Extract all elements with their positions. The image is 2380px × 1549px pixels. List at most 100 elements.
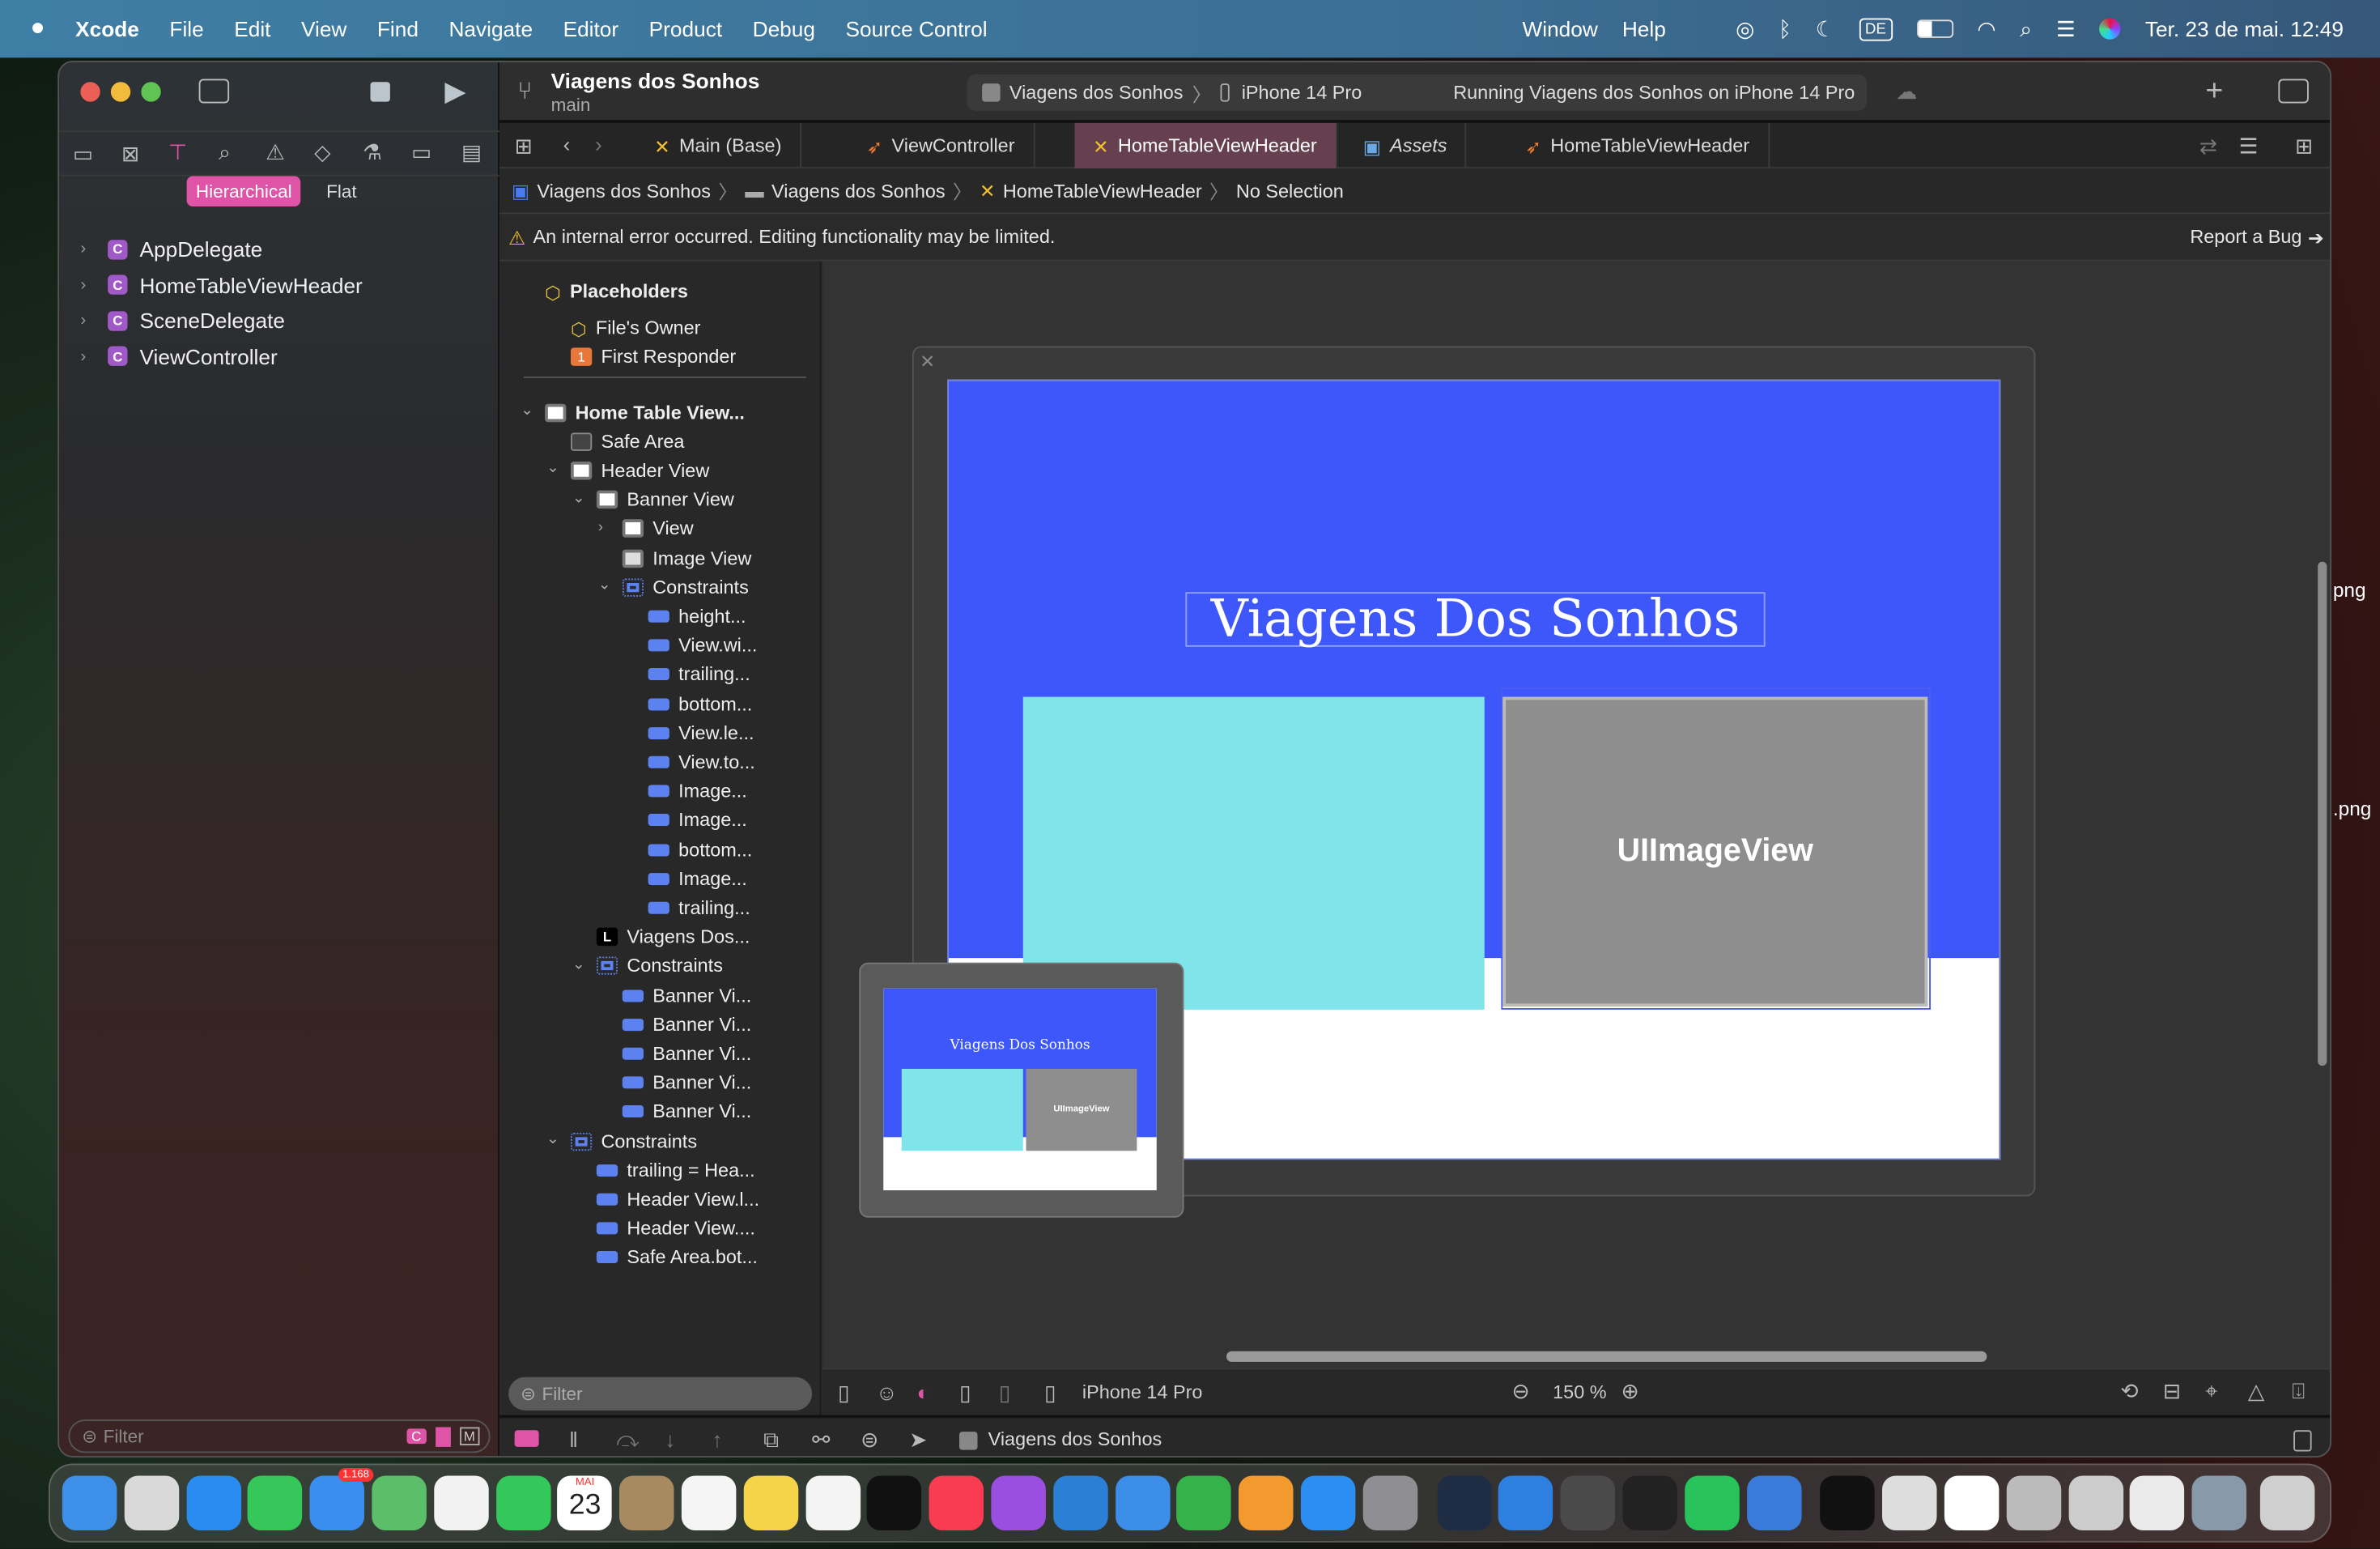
- chevron-down-icon[interactable]: ⌄: [572, 490, 585, 507]
- breadcrumb-item[interactable]: HomeTableViewHeader: [1003, 180, 1202, 201]
- outline-item[interactable]: Banner Vi...: [622, 1010, 751, 1039]
- chevron-down-icon[interactable]: ⌄: [546, 461, 559, 478]
- minimize-window-button[interactable]: [110, 82, 131, 102]
- debug-navigator-icon[interactable]: ⚗: [363, 141, 382, 162]
- forward-icon[interactable]: ›: [595, 134, 602, 155]
- simulator-icon[interactable]: [1746, 1475, 1801, 1530]
- zoom-window-button[interactable]: [141, 82, 161, 102]
- vscode-icon[interactable]: [1052, 1475, 1108, 1530]
- outline-item[interactable]: bottom...: [648, 689, 752, 718]
- menu-debug[interactable]: Debug: [753, 17, 815, 41]
- interface-builder-canvas[interactable]: ✕ Viagens Dos Sonhos UIImageView Viagens…: [822, 261, 2331, 1368]
- launchpad-icon[interactable]: [124, 1475, 179, 1530]
- window-thumb-icon[interactable]: [2006, 1475, 2061, 1530]
- breadcrumb-item[interactable]: No Selection: [1236, 180, 1344, 201]
- wifi-icon[interactable]: ◠: [1977, 16, 1995, 42]
- chevron-down-icon[interactable]: ⌄: [521, 402, 533, 419]
- spotlight-icon[interactable]: ⌕: [2020, 16, 2032, 42]
- appstore-icon[interactable]: [1300, 1475, 1356, 1530]
- modified-filter-icon[interactable]: M: [459, 1427, 480, 1445]
- minimap[interactable]: Viagens Dos Sonhos UIImageView: [859, 962, 1184, 1218]
- breadcrumb-item[interactable]: Viagens dos Sonhos: [771, 180, 946, 201]
- outline-first-responder[interactable]: 1 First Responder: [571, 342, 736, 371]
- outline-item[interactable]: trailing...: [648, 660, 750, 689]
- focus-moon-icon[interactable]: ☾: [1816, 16, 1835, 42]
- test-navigator-icon[interactable]: ◇: [314, 141, 330, 162]
- step-into-icon[interactable]: ↓: [665, 1428, 675, 1449]
- outline-item[interactable]: Image View: [622, 543, 751, 572]
- scheme-selector[interactable]: Viagens dos Sonhos 〉 iPhone 14 Pro Runni…: [967, 74, 1868, 111]
- report-bug-link[interactable]: Report a Bug: [2190, 226, 2301, 247]
- outline-item[interactable]: Safe Area: [571, 427, 684, 456]
- terminal-icon[interactable]: [1622, 1475, 1677, 1530]
- outline-item[interactable]: View.to...: [648, 747, 755, 777]
- calendar-icon[interactable]: MAI 23: [557, 1475, 613, 1530]
- outline-item[interactable]: Banner Vi...: [622, 981, 751, 1010]
- stop-icon[interactable]: [370, 82, 390, 102]
- menu-navigate[interactable]: Navigate: [448, 17, 533, 41]
- disclosure-chevron-icon[interactable]: ›: [80, 240, 96, 258]
- hierarchical-mode-button[interactable]: Hierarchical: [186, 176, 301, 206]
- close-scene-icon[interactable]: ✕: [920, 351, 935, 372]
- outline-item[interactable]: Header View.l...: [596, 1185, 759, 1214]
- outline-item[interactable]: trailing = Hea...: [596, 1155, 755, 1185]
- memory-graph-icon[interactable]: ⚯: [812, 1428, 830, 1449]
- apple-icon[interactable]: ●: [31, 15, 45, 43]
- messages-icon[interactable]: [248, 1475, 303, 1530]
- accessibility-icon[interactable]: ☺: [876, 1381, 898, 1402]
- environment-overrides-icon[interactable]: ⊜: [861, 1428, 878, 1449]
- navigator-filter-input[interactable]: ⊜ Filter C M: [68, 1419, 491, 1453]
- safari-icon[interactable]: [185, 1475, 241, 1530]
- toggle-navigator-icon[interactable]: [198, 79, 230, 104]
- bluetooth-icon[interactable]: ᛒ: [1779, 17, 1791, 41]
- freeform-icon[interactable]: [805, 1475, 861, 1530]
- chevron-down-icon[interactable]: ⌄: [546, 1131, 559, 1148]
- toggle-console-icon[interactable]: [514, 1430, 539, 1447]
- document-outline-toggle-icon[interactable]: ▯: [838, 1381, 849, 1402]
- window-thumb-icon[interactable]: [1882, 1475, 1937, 1530]
- menu-view[interactable]: View: [301, 17, 346, 41]
- vertical-scrollbar[interactable]: [2318, 561, 2327, 1066]
- outline-item[interactable]: height...: [648, 602, 746, 631]
- outline-placeholders[interactable]: ⬡ Placeholders: [545, 276, 688, 305]
- editor-tab[interactable]: ✕ Main (Base): [636, 122, 801, 169]
- cloud-icon[interactable]: ☁: [1896, 80, 1917, 101]
- arrow-circle-icon[interactable]: ➔: [2308, 225, 2324, 248]
- menu-editor[interactable]: Editor: [563, 17, 619, 41]
- navigator-file-item[interactable]: › C SceneDelegate: [80, 304, 285, 337]
- reminders-icon[interactable]: [681, 1475, 737, 1530]
- window-thumb-icon[interactable]: [2068, 1475, 2123, 1530]
- music-icon[interactable]: [929, 1475, 984, 1530]
- navigator-file-item[interactable]: › C AppDelegate: [80, 232, 262, 266]
- finder-icon[interactable]: [62, 1475, 117, 1530]
- chevron-down-icon[interactable]: ⌄: [572, 956, 585, 973]
- step-over-icon[interactable]: ⤼: [616, 1428, 639, 1449]
- recent-files-icon[interactable]: [435, 1426, 450, 1446]
- disclosure-chevron-icon[interactable]: ›: [80, 347, 96, 365]
- window-thumb-icon[interactable]: [1820, 1475, 1876, 1530]
- outline-item[interactable]: Banner View: [596, 485, 734, 514]
- image-view[interactable]: UIImageView: [1502, 696, 1928, 1007]
- zoom-out-icon[interactable]: ⊖: [1512, 1380, 1530, 1401]
- view-hierarchy-icon[interactable]: ⧉: [763, 1428, 779, 1449]
- flat-mode-button[interactable]: Flat: [317, 177, 366, 207]
- update-frames-icon[interactable]: ⟲: [2120, 1380, 2138, 1401]
- toggle-inspector-icon[interactable]: [2278, 79, 2309, 104]
- add-constraints-icon[interactable]: ⌖: [2205, 1380, 2217, 1401]
- pages-icon[interactable]: [1239, 1475, 1294, 1530]
- facetime-icon[interactable]: [495, 1475, 550, 1530]
- step-out-icon[interactable]: ↑: [712, 1428, 722, 1449]
- scheme-name[interactable]: Viagens dos Sonhos: [1009, 82, 1184, 103]
- navigator-file-item[interactable]: › C ViewController: [80, 339, 277, 372]
- editor-tab[interactable]: ➶ HomeTableViewHeader: [1507, 122, 1770, 169]
- input-source-badge[interactable]: DE: [1859, 17, 1893, 40]
- window-thumb-icon[interactable]: [2130, 1475, 2185, 1530]
- simulate-location-icon[interactable]: ➤: [909, 1428, 927, 1449]
- podcasts-icon[interactable]: [991, 1475, 1046, 1530]
- control-center-icon[interactable]: ☰: [2056, 16, 2076, 42]
- canvas-device-name[interactable]: iPhone 14 Pro: [1082, 1381, 1203, 1402]
- outline-item[interactable]: bottom...: [648, 835, 752, 864]
- report-navigator-icon[interactable]: ▤: [461, 141, 482, 162]
- outline-item[interactable]: Constraints: [622, 572, 749, 602]
- window-thumb-icon[interactable]: [1944, 1475, 2000, 1530]
